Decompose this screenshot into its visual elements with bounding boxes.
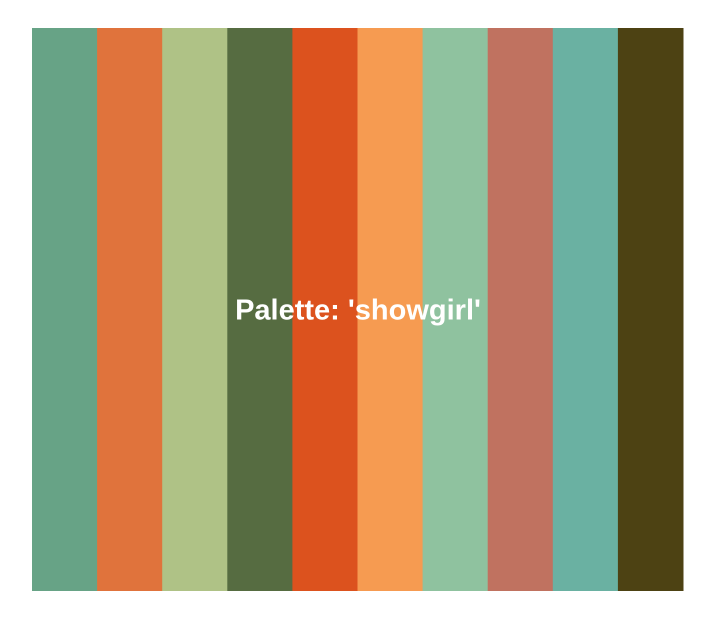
swatch-2 <box>97 28 163 591</box>
swatch-10 <box>617 28 684 591</box>
palette-title: Palette: 'showgirl' <box>235 295 481 327</box>
swatch-8 <box>487 28 554 591</box>
swatch-9 <box>552 28 619 591</box>
palette-figure: Palette: 'showgirl' <box>32 28 684 591</box>
swatch-1 <box>32 28 98 591</box>
swatch-3 <box>162 28 228 591</box>
